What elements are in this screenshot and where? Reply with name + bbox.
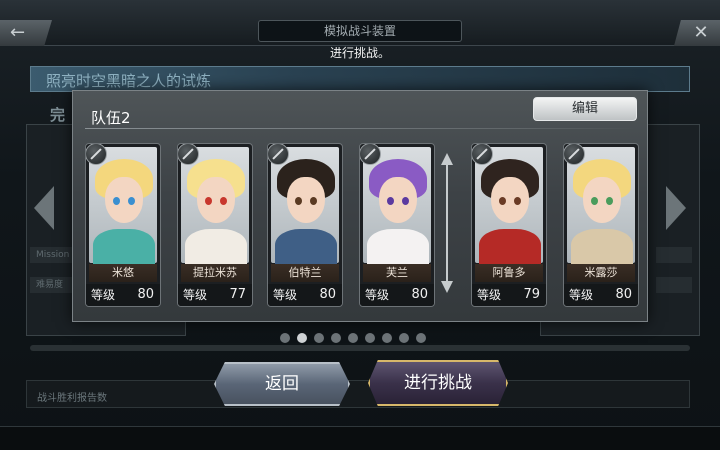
character-name: 伯特兰 xyxy=(271,264,339,282)
page-dot[interactable] xyxy=(416,333,426,343)
page-indicator xyxy=(280,333,444,343)
level-value: 80 xyxy=(411,287,428,302)
level-value: 80 xyxy=(319,287,336,302)
character-name: 芙兰 xyxy=(363,264,431,282)
character-name: 阿鲁多 xyxy=(475,264,543,282)
level-label: 等级 xyxy=(273,288,298,302)
character-card[interactable]: 伯特兰等级 80 xyxy=(267,143,343,307)
page-dot[interactable] xyxy=(297,333,307,343)
level-label: 等级 xyxy=(569,288,594,302)
character-level-row: 等级 80 xyxy=(268,284,342,306)
character-level-row: 等级 77 xyxy=(178,284,252,306)
level-label: 等级 xyxy=(365,288,390,302)
back-button[interactable]: 返回 xyxy=(214,362,350,406)
weapon-type-icon xyxy=(472,144,493,165)
character-card[interactable]: 芙兰等级 80 xyxy=(359,143,435,307)
page-dot[interactable] xyxy=(280,333,290,343)
level-label: 等级 xyxy=(477,288,502,302)
background-strip xyxy=(656,277,692,293)
stage-title: 照亮时空黑暗之人的试炼 xyxy=(46,72,212,90)
character-name: 米悠 xyxy=(89,264,157,282)
weapon-type-icon xyxy=(564,144,585,165)
background-progress-bar xyxy=(30,345,690,351)
weapon-type-icon xyxy=(178,144,199,165)
level-value: 79 xyxy=(523,287,540,302)
background-left-label: 完 xyxy=(50,106,66,124)
level-value: 77 xyxy=(229,287,246,302)
character-level-row: 等级 80 xyxy=(86,284,160,306)
header-subtitle: 进行挑战。 xyxy=(329,46,390,60)
character-level-row: 等级 80 xyxy=(564,284,638,306)
level-label: 等级 xyxy=(183,288,208,302)
page-dot[interactable] xyxy=(314,333,324,343)
weapon-type-icon xyxy=(268,144,289,165)
character-card[interactable]: 米悠等级 80 xyxy=(85,143,161,307)
header-title: 模拟战斗装置 xyxy=(258,20,462,42)
weapon-type-icon xyxy=(360,144,381,165)
swap-arrows-icon xyxy=(441,153,453,293)
page-dot[interactable] xyxy=(382,333,392,343)
divider xyxy=(85,128,635,129)
character-level-row: 等级 79 xyxy=(472,284,546,306)
team-name: 队伍2 xyxy=(91,109,131,127)
edit-button[interactable]: 编辑 xyxy=(533,97,637,121)
page-dot[interactable] xyxy=(348,333,358,343)
character-name: 米露莎 xyxy=(567,264,635,282)
battle-info-bar: 战斗胜利报告数 xyxy=(26,380,690,408)
close-icon[interactable]: ✕ xyxy=(674,20,720,46)
team-panel: 队伍2 编辑 米悠等级 80 提拉米苏等级 77 伯特兰等级 80 芙兰等级 80 阿鲁多等级 7… xyxy=(72,90,648,322)
level-label: 等级 xyxy=(91,288,116,302)
weapon-type-icon xyxy=(86,144,107,165)
level-value: 80 xyxy=(137,287,154,302)
page-dot[interactable] xyxy=(365,333,375,343)
challenge-button[interactable]: 进行挑战 xyxy=(368,360,508,406)
page-dot[interactable] xyxy=(399,333,409,343)
character-card[interactable]: 阿鲁多等级 79 xyxy=(471,143,547,307)
character-card[interactable]: 提拉米苏等级 77 xyxy=(177,143,253,307)
character-name: 提拉米苏 xyxy=(181,264,249,282)
background-strip xyxy=(656,247,692,263)
page-dot[interactable] xyxy=(331,333,341,343)
back-arrow-icon[interactable]: ← xyxy=(0,20,52,46)
character-card[interactable]: 米露莎等级 80 xyxy=(563,143,639,307)
footer-bar xyxy=(0,426,720,450)
character-level-row: 等级 80 xyxy=(360,284,434,306)
level-value: 80 xyxy=(615,287,632,302)
